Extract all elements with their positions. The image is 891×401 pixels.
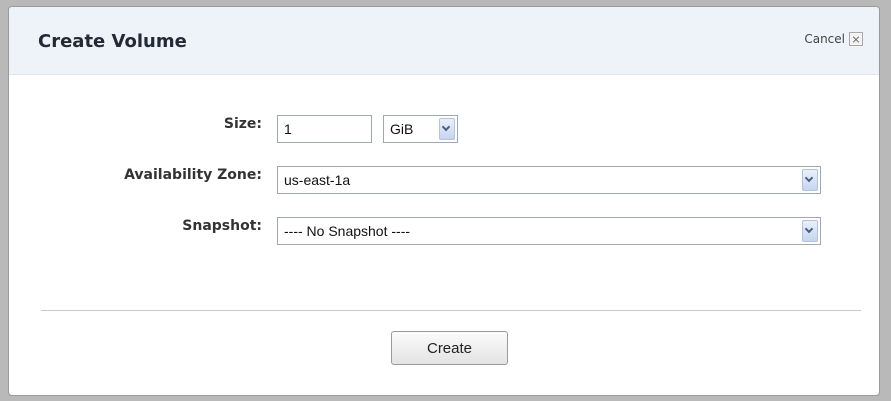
size-value: 1 <box>284 121 292 137</box>
size-label: Size: <box>223 116 262 132</box>
snapshot-label: Snapshot: <box>182 218 262 234</box>
availability-zone-label: Availability Zone: <box>124 167 262 183</box>
availability-zone-value: us-east-1a <box>284 172 351 188</box>
dialog-header: Create Volume Cancel <box>9 7 879 75</box>
divider <box>41 310 861 311</box>
snapshot-select[interactable]: ---- No Snapshot ---- <box>277 217 821 245</box>
close-icon[interactable] <box>849 32 863 46</box>
size-unit-value: GiB <box>390 121 414 137</box>
chevron-down-icon[interactable] <box>802 169 818 191</box>
create-volume-dialog: Create Volume Cancel Size: 1 GiB Availab… <box>8 6 880 396</box>
cancel-label: Cancel <box>804 32 845 46</box>
chevron-down-icon[interactable] <box>439 118 455 140</box>
create-button[interactable]: Create <box>391 331 508 365</box>
size-input[interactable]: 1 <box>277 115 372 143</box>
cancel-button[interactable]: Cancel <box>804 32 863 46</box>
dialog-title: Create Volume <box>38 31 187 52</box>
availability-zone-select[interactable]: us-east-1a <box>277 166 821 194</box>
size-unit-select[interactable]: GiB <box>383 115 458 143</box>
snapshot-value: ---- No Snapshot ---- <box>284 223 411 239</box>
chevron-down-icon[interactable] <box>802 220 818 242</box>
